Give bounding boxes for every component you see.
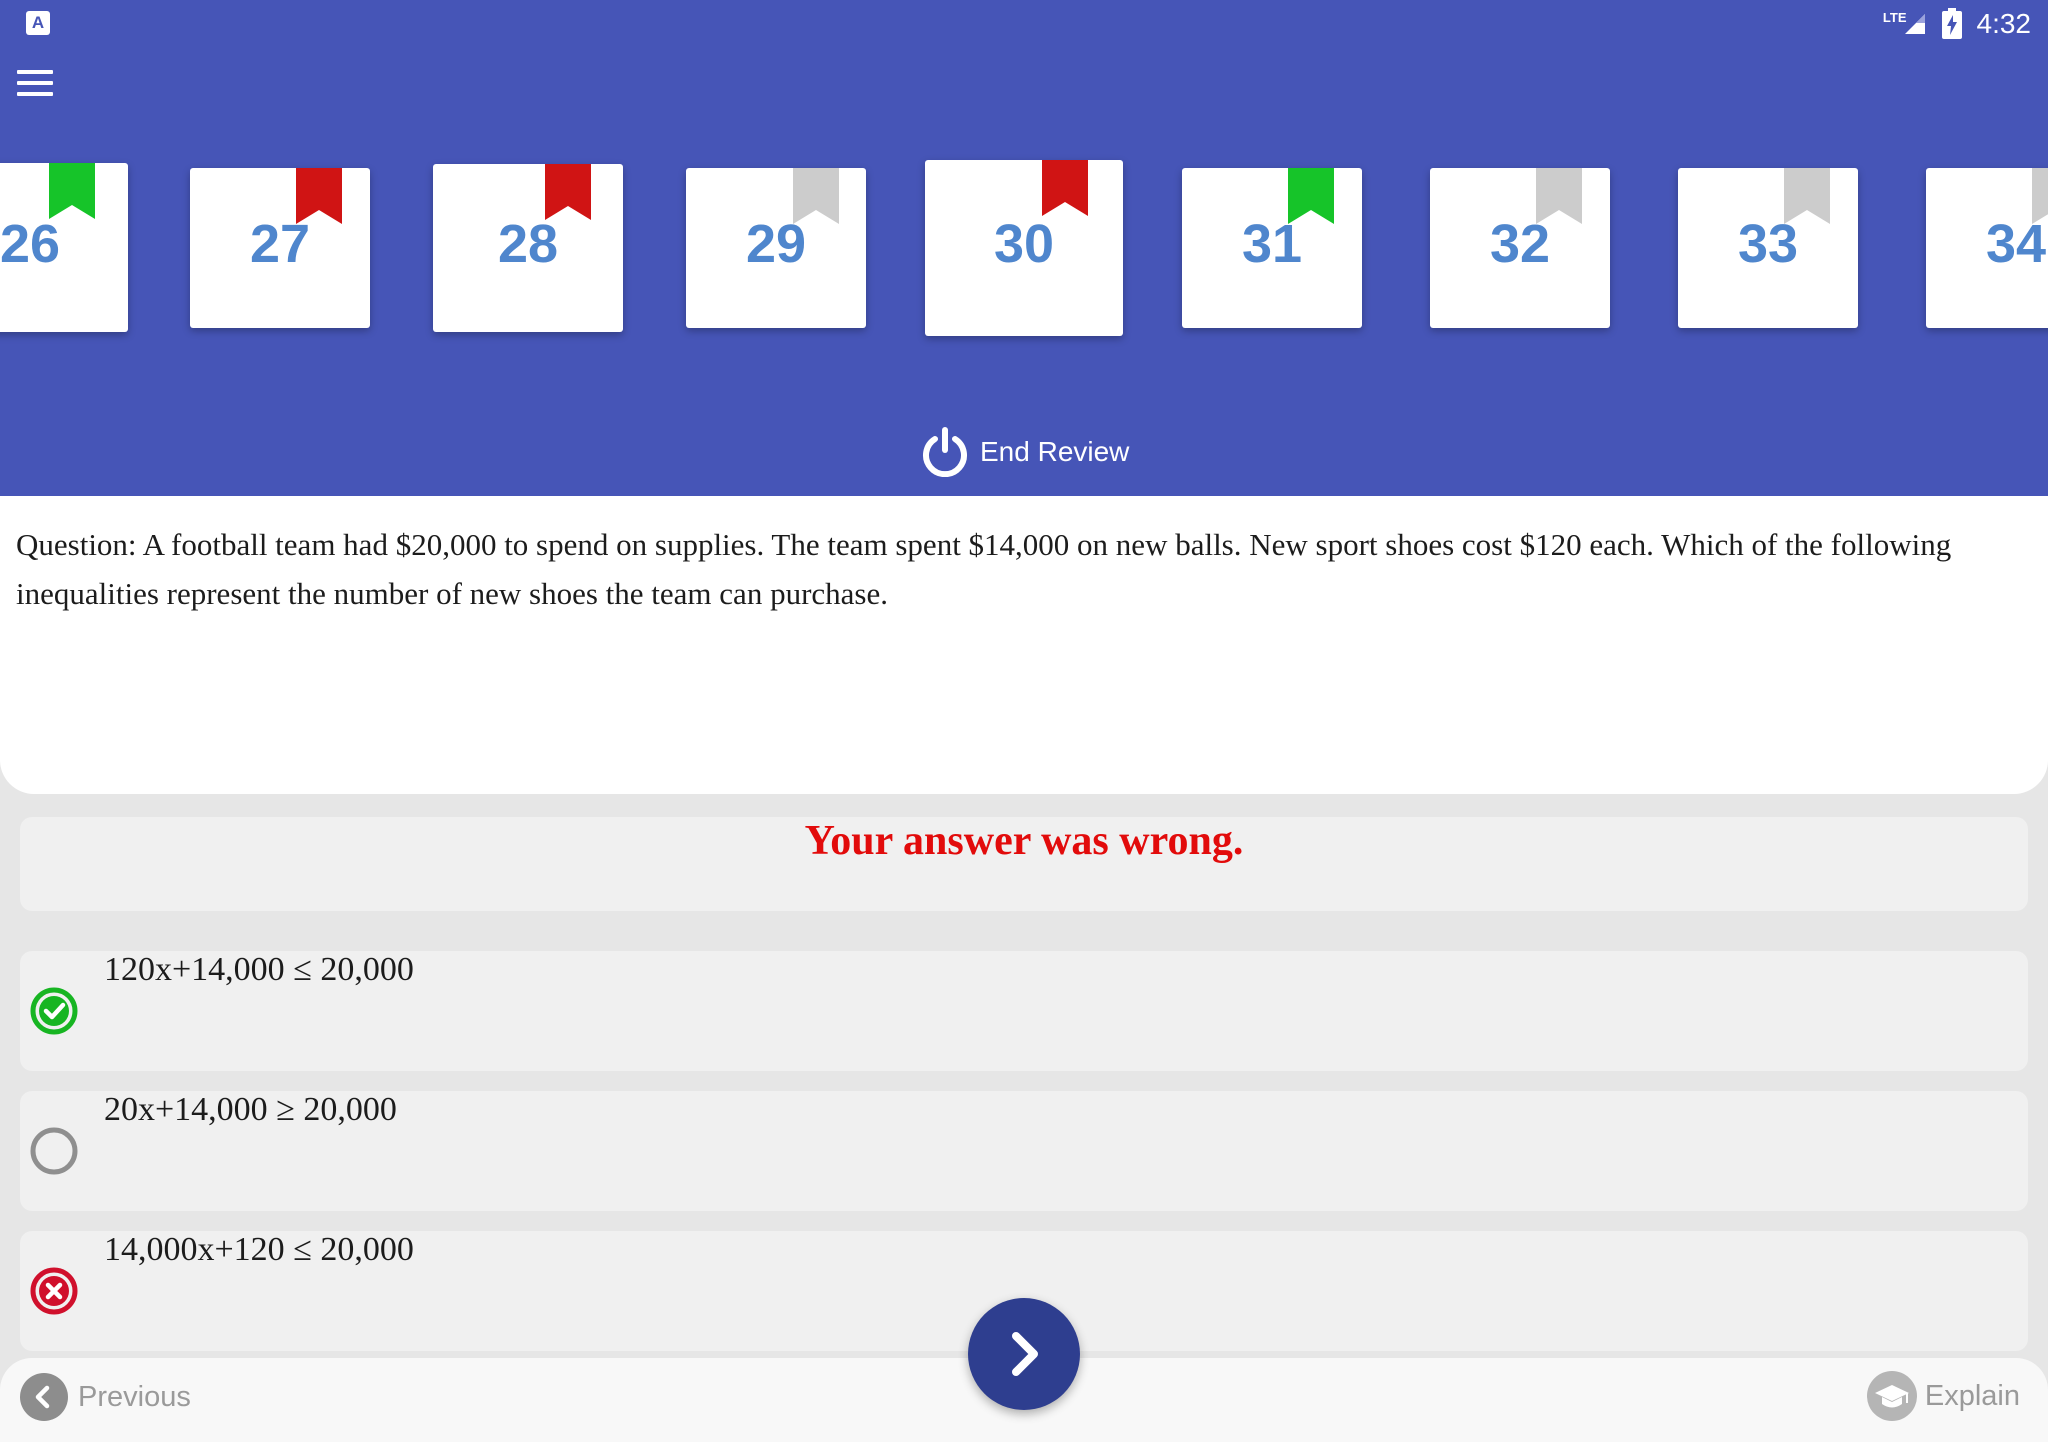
answer-text: 120x+14,000 ≤ 20,000 [104,951,414,988]
end-review-button[interactable]: End Review [920,424,1129,480]
header: A LTE 4:32 26 27 28 29 30 31 32 33 34 En… [0,0,2048,496]
power-icon [923,427,967,477]
question-card-27[interactable]: 27 [190,168,370,328]
question-card-29[interactable]: 29 [686,168,866,328]
question-card-33[interactable]: 33 [1678,168,1858,328]
answer-text: 14,000x+120 ≤ 20,000 [104,1231,414,1268]
status-bar: A LTE 4:32 [0,0,2048,48]
end-review-label: End Review [980,436,1130,467]
previous-label: Previous [78,1380,191,1413]
answer-text: 20x+14,000 ≥ 20,000 [104,1091,397,1128]
result-banner: Your answer was wrong. [20,817,2028,911]
x-circle-icon [30,1267,78,1315]
question-number: 28 [497,214,559,274]
question-number: 29 [745,214,807,274]
question-number: 33 [1737,214,1799,274]
question-number: 32 [1489,214,1551,274]
question-card-34[interactable]: 34 [1926,168,2048,328]
question-number: 30 [993,214,1055,274]
chevron-right-icon [1012,1332,1038,1376]
answer-option-correct[interactable]: 120x+14,000 ≤ 20,000 [20,951,2028,1071]
explain-button[interactable]: Explain [1866,1370,2020,1422]
question-number: 34 [1986,214,2047,274]
answer-option[interactable]: 20x+14,000 ≥ 20,000 [20,1091,2028,1211]
question-card-26[interactable]: 26 [0,163,128,332]
explain-label: Explain [1924,1379,2020,1412]
bookmark-flag-icon [49,163,95,219]
result-text: Your answer was wrong. [804,818,1244,864]
question-number: 26 [0,213,61,274]
question-card-31[interactable]: 31 [1182,168,1362,328]
previous-button[interactable]: Previous [20,1373,191,1421]
clock: 4:32 [1976,8,2032,39]
chevron-left-icon [20,1373,68,1421]
network-type-label: LTE [1882,9,1907,25]
graduation-cap-icon [1866,1371,1917,1421]
app-notification-icon: A [26,11,50,35]
question-card-32[interactable]: 32 [1430,168,1610,328]
radio-empty-icon [30,1127,78,1175]
question-card-28[interactable]: 28 [433,164,623,332]
next-button[interactable] [968,1298,1080,1410]
check-circle-icon [30,987,78,1035]
question-text: Question: A football team had $20,000 to… [16,527,1952,611]
question-card-30[interactable]: 30 [925,160,1123,336]
bookmark-flag-icon [545,164,591,220]
question-panel: Question: A football team had $20,000 to… [0,496,2048,794]
question-number: 31 [1241,214,1303,274]
hamburger-menu-icon[interactable] [15,68,55,98]
status-indicators: LTE 4:32 [1883,6,2031,42]
battery-charging-icon [1941,8,1962,39]
question-number: 27 [249,214,311,274]
bookmark-flag-icon [1042,160,1088,216]
